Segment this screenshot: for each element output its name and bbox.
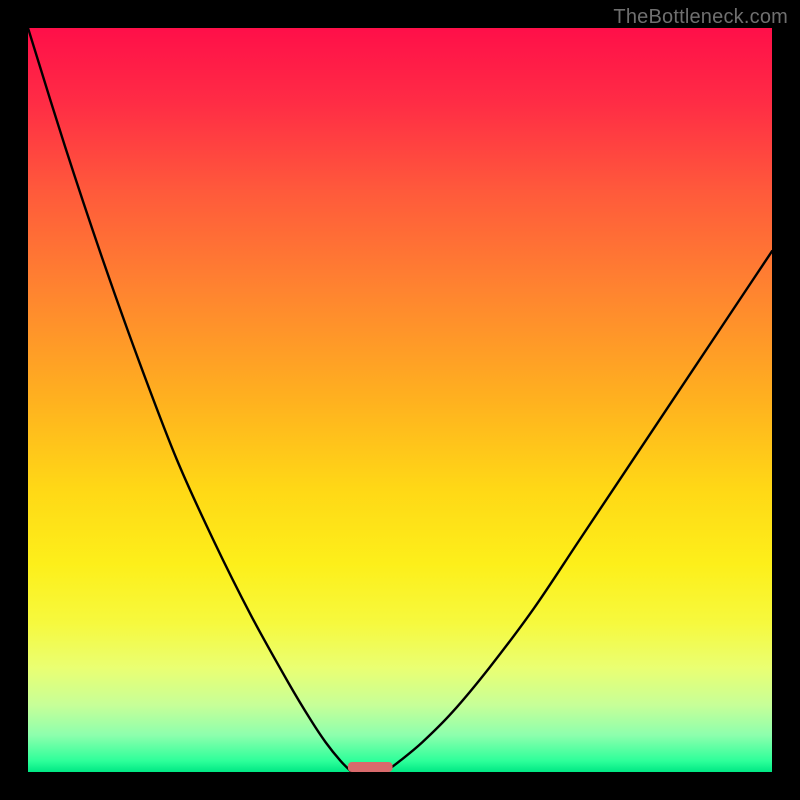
plot-area xyxy=(28,28,772,772)
chart-frame: TheBottleneck.com xyxy=(0,0,800,800)
watermark-text: TheBottleneck.com xyxy=(613,6,788,29)
bottleneck-curve-chart xyxy=(28,28,772,772)
gradient-background xyxy=(28,28,772,772)
minimum-marker xyxy=(348,762,393,772)
